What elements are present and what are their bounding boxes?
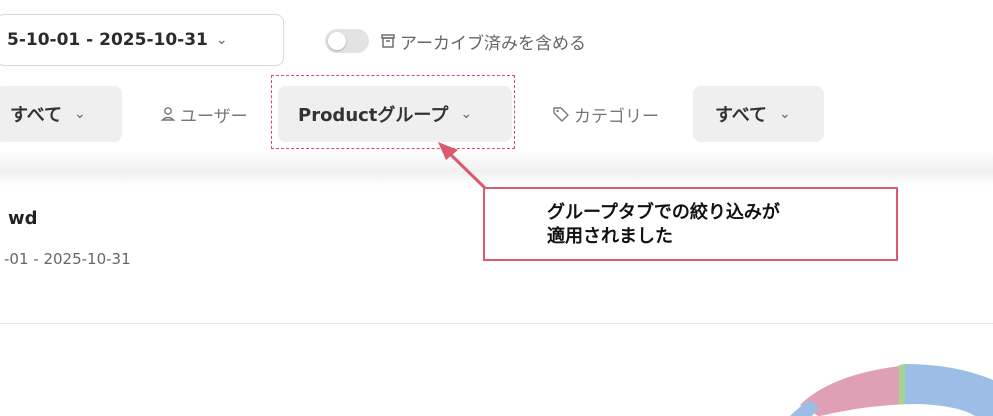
chevron-down-icon: ⌄ <box>779 106 791 122</box>
archive-toggle-label: アーカイブ済みを含める <box>380 28 586 54</box>
annotation-callout: グループタブでの絞り込みが 適用されました <box>483 187 898 261</box>
date-range-value: 5-10-01 - 2025-10-31 <box>7 30 208 50</box>
category-label-text: カテゴリー <box>574 106 659 127</box>
filter-value: すべて <box>10 105 63 126</box>
chevron-down-icon: ⌄ <box>215 32 228 48</box>
tag-icon <box>553 107 569 122</box>
user-label-text: ユーザー <box>180 106 248 127</box>
donut-chart <box>790 364 993 416</box>
section-title: wd <box>8 208 38 229</box>
section-date-range: -01 - 2025-10-31 <box>4 250 131 268</box>
filter-select-all[interactable]: すべて ⌄ <box>0 86 122 142</box>
category-filter-label: カテゴリー <box>552 86 659 142</box>
archive-label-text: アーカイブ済みを含める <box>400 33 586 54</box>
donut-segment-green <box>899 364 905 410</box>
divider <box>0 323 993 324</box>
user-filter-label: ユーザー <box>160 86 248 142</box>
annotation-line-2: 適用されました <box>547 226 673 247</box>
category-select[interactable]: すべて ⌄ <box>693 86 824 142</box>
date-range-select[interactable]: 5-10-01 - 2025-10-31 ⌄ <box>0 14 284 66</box>
archive-icon <box>381 34 395 48</box>
category-value: すべて <box>715 105 768 126</box>
chevron-down-icon: ⌄ <box>74 106 86 122</box>
archive-toggle[interactable] <box>325 29 369 53</box>
toggle-knob <box>328 32 346 50</box>
user-icon <box>160 107 176 121</box>
annotation-line-1: グループタブでの絞り込みが <box>547 202 780 223</box>
